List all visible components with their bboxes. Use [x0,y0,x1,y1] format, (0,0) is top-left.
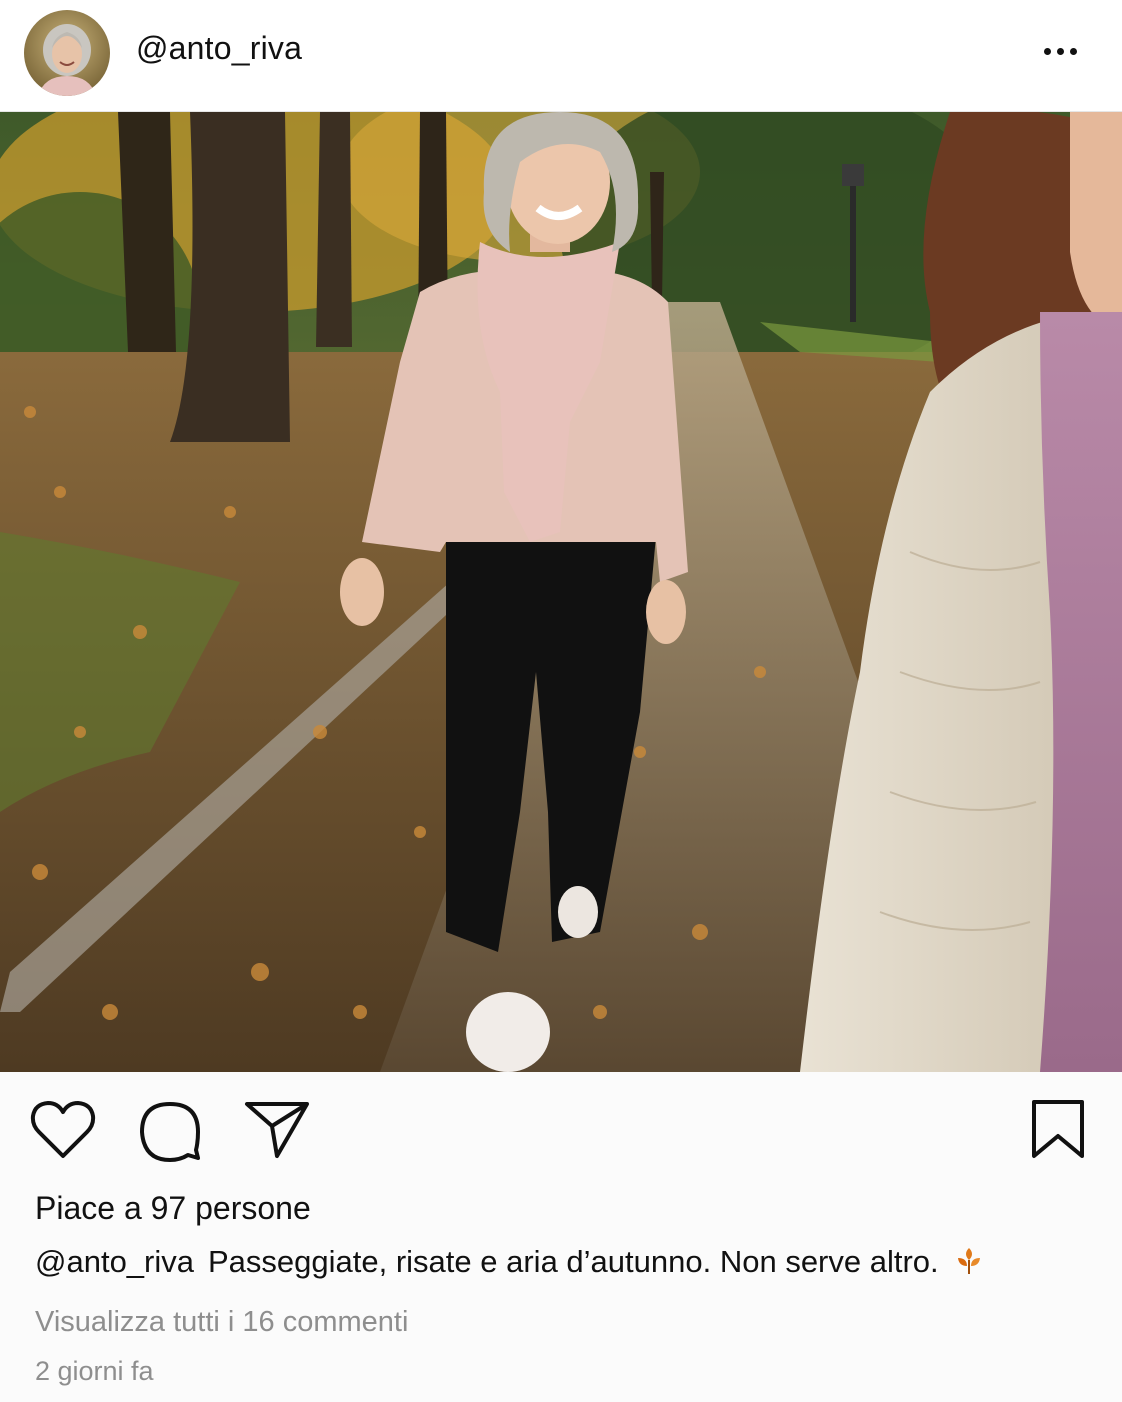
post-photo[interactable] [0,112,1122,1072]
likes-count[interactable]: Piace a 97 persone [35,1190,311,1227]
post-username[interactable]: @anto_riva [136,30,302,67]
caption-text: Passeggiate, risate e aria d’autunno. No… [208,1244,939,1279]
bookmark-icon[interactable] [1030,1098,1086,1165]
view-all-comments-link[interactable]: Visualizza tutti i 16 commenti [35,1306,408,1339]
post-timestamp: 2 giorni fa [35,1356,154,1386]
post-header: @anto_riva [0,0,1122,112]
post-caption: @anto_riva Passeggiate, risate e aria d’a… [35,1244,1095,1284]
post-actions-bar [0,1072,1122,1182]
more-options-icon[interactable] [1032,36,1088,66]
send-icon[interactable] [244,1100,310,1165]
caption-username[interactable]: @anto_riva [35,1244,194,1279]
autumn-leaf-icon [955,1246,983,1284]
heart-icon[interactable] [30,1100,96,1165]
comment-bubble-icon[interactable] [138,1100,202,1167]
avatar[interactable] [24,10,110,96]
